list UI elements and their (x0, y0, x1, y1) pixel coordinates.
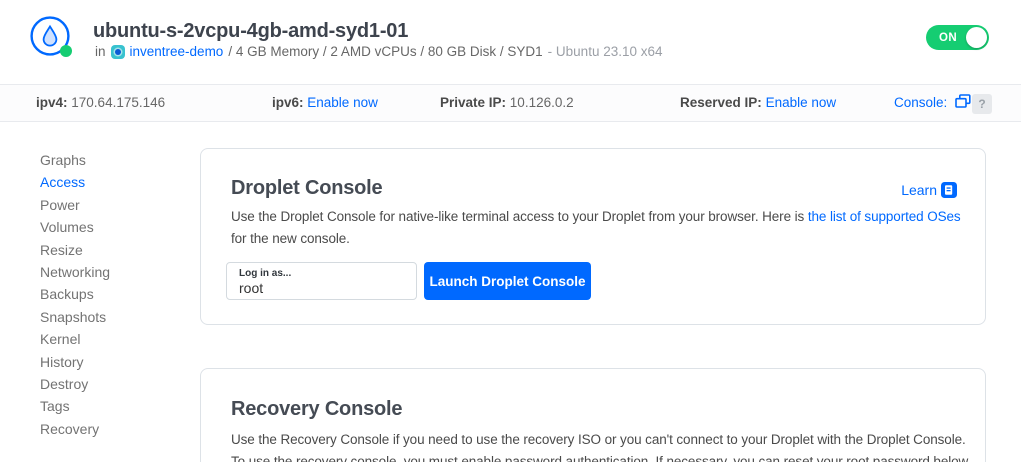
sidebar-item-history[interactable]: History (40, 351, 110, 373)
sidebar-item-graphs[interactable]: Graphs (40, 149, 110, 171)
droplet-meta: in inventree-demo / 4 GB Memory / 2 AMD … (95, 44, 663, 59)
sidebar-item-networking[interactable]: Networking (40, 261, 110, 283)
sidebar-item-backups[interactable]: Backups (40, 283, 110, 305)
droplet-icon (30, 16, 70, 56)
sidebar-item-snapshots[interactable]: Snapshots (40, 306, 110, 328)
ipv4-value: 170.64.175.146 (71, 95, 165, 110)
supported-oses-link[interactable]: the list of supported OSes (808, 209, 961, 224)
reserved-ip-label: Reserved IP: (680, 95, 762, 110)
sidebar-item-recovery[interactable]: Recovery (40, 418, 110, 440)
droplet-os: - Ubuntu 23.10 x64 (548, 44, 663, 59)
launch-droplet-console-button[interactable]: Launch Droplet Console (424, 262, 591, 300)
sidebar-item-power[interactable]: Power (40, 194, 110, 216)
sidebar-nav: Graphs Access Power Volumes Resize Netwo… (40, 149, 110, 440)
recovery-console-description: Use the Recovery Console if you need to … (231, 429, 976, 462)
ipv4-label: ipv4: (36, 95, 68, 110)
power-toggle-label: ON (939, 32, 957, 44)
droplet-page: ubuntu-s-2vcpu-4gb-amd-syd1-01 in invent… (0, 0, 1021, 462)
droplet-console-title: Droplet Console (231, 177, 382, 200)
recovery-console-card: Recovery Console Use the Recovery Consol… (200, 368, 986, 462)
droplet-specs: / 4 GB Memory / 2 AMD vCPUs / 80 GB Disk… (228, 44, 542, 59)
private-ip-info: Private IP: 10.126.0.2 (440, 85, 574, 121)
console-link[interactable]: Console: (894, 95, 947, 110)
login-as-field[interactable]: Log in as... (226, 262, 417, 300)
project-link[interactable]: inventree-demo (130, 44, 224, 59)
ipv6-enable-link[interactable]: Enable now (307, 95, 378, 110)
sidebar-item-access[interactable]: Access (40, 171, 110, 193)
project-icon (111, 45, 125, 59)
help-button[interactable]: ? (972, 94, 992, 114)
sidebar-item-kernel[interactable]: Kernel (40, 328, 110, 350)
ipv6-label: ipv6: (272, 95, 304, 110)
sidebar-item-volumes[interactable]: Volumes (40, 216, 110, 238)
network-info-bar: ipv4: 170.64.175.146 ipv6: Enable now Pr… (0, 84, 1021, 122)
ipv6-info: ipv6: Enable now (272, 85, 378, 121)
sidebar-item-resize[interactable]: Resize (40, 239, 110, 261)
sidebar-item-destroy[interactable]: Destroy (40, 373, 110, 395)
page-title: ubuntu-s-2vcpu-4gb-amd-syd1-01 (93, 20, 408, 43)
reserved-ip-info: Reserved IP: Enable now (680, 85, 836, 121)
in-label: in (95, 44, 106, 59)
login-as-input[interactable] (239, 280, 404, 296)
private-ip-label: Private IP: (440, 95, 506, 110)
toggle-knob (966, 27, 987, 48)
console-window-icon[interactable] (955, 94, 971, 109)
recovery-console-title: Recovery Console (231, 398, 402, 421)
power-toggle[interactable]: ON (926, 25, 989, 50)
droplet-console-card: Droplet Console Learn Use the Droplet Co… (200, 148, 986, 325)
reserved-ip-enable-link[interactable]: Enable now (766, 95, 837, 110)
ipv4-info: ipv4: 170.64.175.146 (36, 85, 165, 121)
login-as-label: Log in as... (239, 268, 291, 279)
learn-doc-icon (941, 182, 957, 198)
learn-label: Learn (901, 182, 937, 198)
console-launcher[interactable]: Console: (894, 85, 971, 121)
droplet-console-description: Use the Droplet Console for native-like … (231, 206, 963, 251)
status-online-dot (60, 45, 72, 57)
learn-link[interactable]: Learn (901, 182, 957, 198)
sidebar-item-tags[interactable]: Tags (40, 395, 110, 417)
private-ip-value: 10.126.0.2 (510, 95, 574, 110)
